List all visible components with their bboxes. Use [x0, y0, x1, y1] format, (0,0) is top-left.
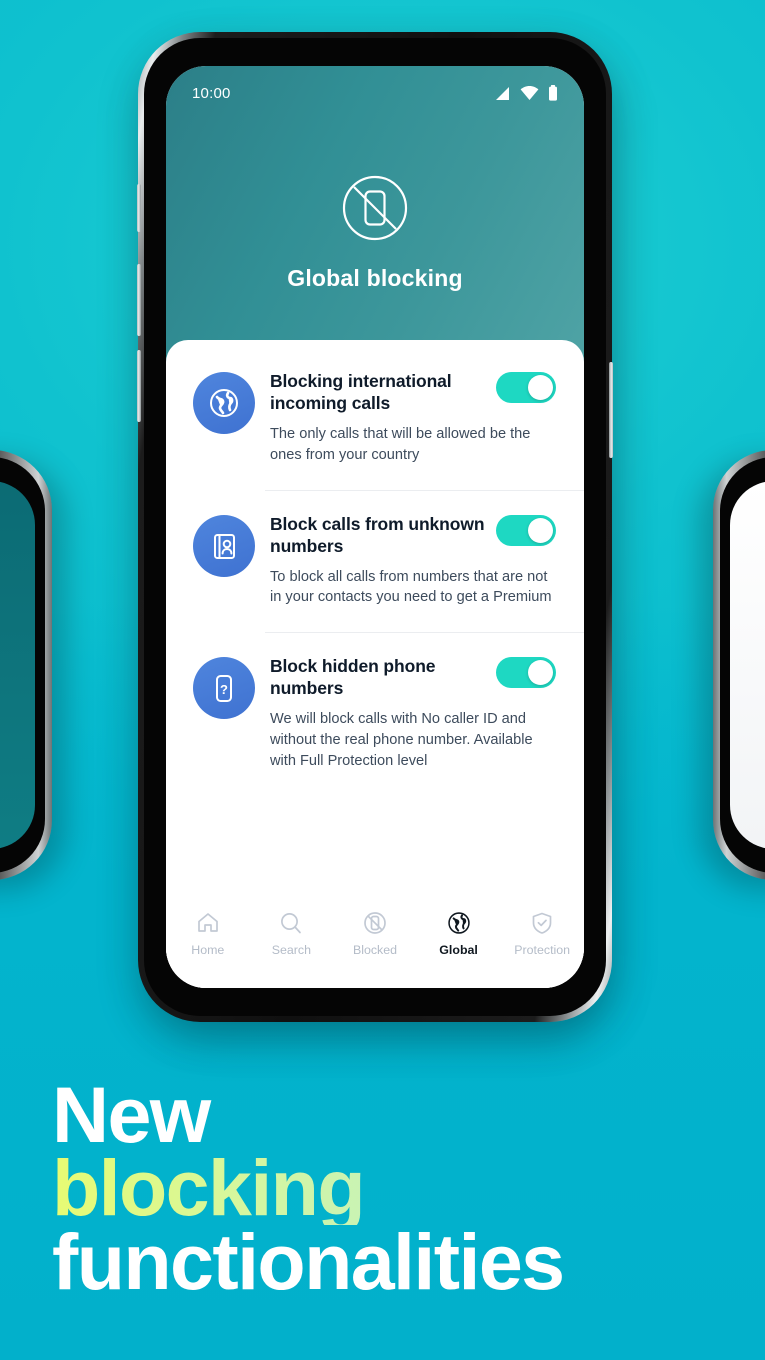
marketing-headline: New blocking functionalities — [52, 1070, 732, 1306]
settings-list: Blocking international incoming calls Th… — [166, 340, 584, 902]
no-phone-icon — [341, 174, 409, 247]
peek-phone-right-bezel — [720, 457, 765, 873]
setting-top: Blocking international incoming calls — [270, 368, 556, 414]
header-center: Global blocking — [166, 174, 584, 292]
nav-label: Protection — [514, 943, 571, 957]
nav-item-blocked[interactable]: Blocked — [333, 910, 417, 957]
toggle-knob — [528, 375, 553, 400]
toggle-hidden-numbers[interactable] — [496, 657, 556, 689]
status-bar: 10:00 — [166, 66, 584, 114]
nav-label: Search — [271, 943, 312, 957]
peek-phone-right — [713, 450, 765, 880]
peek-phone-left — [0, 450, 52, 880]
peek-phone-left-screen — [0, 481, 35, 849]
headline-line-1: New — [52, 1070, 211, 1159]
setting-row-international[interactable]: Blocking international incoming calls Th… — [166, 348, 584, 466]
setting-body: Blocking international incoming calls Th… — [260, 368, 562, 466]
power-button[interactable] — [609, 362, 613, 458]
volume-down-button[interactable] — [137, 350, 141, 422]
bottom-navigation: Home Search Blocked Global Protection — [166, 902, 584, 988]
setting-title: Block calls from unknown numbers — [270, 513, 485, 556]
setting-icon-wrap — [188, 368, 260, 466]
peek-phone-left-bezel — [0, 457, 45, 873]
setting-title: Block hidden phone numbers — [270, 656, 436, 699]
nav-label: Blocked — [352, 943, 398, 957]
setting-description: To block all calls from numbers that are… — [270, 568, 552, 606]
wifi-icon — [520, 85, 539, 100]
phone-device: 10:00 Global blocking Blocking internati… — [137, 32, 613, 1022]
setting-body: Block hidden phone numbers We will block… — [260, 653, 562, 771]
setting-row-hidden-numbers[interactable]: ? Block hidden phone numbers We will blo… — [166, 633, 584, 771]
setting-top: Block calls from unknown numbers — [270, 511, 556, 557]
contacts-book-icon — [193, 514, 255, 577]
blocked-icon — [364, 912, 386, 934]
nav-item-home[interactable]: Home — [166, 910, 250, 957]
home-icon — [197, 913, 218, 932]
nav-item-global[interactable]: Global — [417, 910, 501, 957]
signal-icon — [496, 86, 509, 100]
setting-icon-wrap — [188, 511, 260, 609]
peek-phone-right-screen — [730, 481, 765, 849]
toggle-international-calls[interactable] — [496, 372, 556, 403]
setting-body: Block calls from unknown numbers To bloc… — [260, 511, 562, 609]
status-icons — [494, 85, 558, 101]
volume-up-button[interactable] — [137, 264, 141, 336]
search-icon — [281, 913, 302, 934]
setting-top: Block hidden phone numbers — [270, 653, 556, 699]
mute-switch-button[interactable] — [137, 184, 141, 232]
settings-sheet: Blocking international incoming calls Th… — [166, 340, 584, 988]
headline-line-2: blocking — [52, 1143, 366, 1233]
nav-item-search[interactable]: Search — [250, 910, 334, 957]
battery-icon — [549, 85, 557, 101]
phone-bezel: 10:00 Global blocking Blocking internati… — [144, 38, 606, 1016]
svg-text:?: ? — [220, 682, 228, 697]
phone-screen: 10:00 Global blocking Blocking internati… — [166, 66, 584, 988]
shield-check-icon — [532, 912, 552, 934]
nav-label: Home — [191, 943, 225, 957]
toggle-knob — [528, 660, 553, 686]
headline-line-3: functionalities — [52, 1216, 565, 1306]
setting-icon-wrap: ? — [188, 653, 260, 771]
toggle-knob — [528, 517, 553, 543]
phone-question-icon: ? — [193, 657, 255, 720]
app-header: 10:00 Global blocking — [166, 66, 584, 364]
nav-label: Global — [439, 943, 478, 957]
page-title: Global blocking — [287, 265, 463, 291]
globe-icon — [193, 372, 255, 434]
setting-title: Blocking international incoming calls — [270, 371, 452, 414]
toggle-unknown-numbers[interactable] — [496, 514, 556, 546]
globe-icon — [447, 912, 470, 934]
setting-row-unknown-numbers[interactable]: Block calls from unknown numbers To bloc… — [166, 491, 584, 609]
setting-description: We will block calls with No caller ID an… — [270, 711, 533, 769]
status-time: 10:00 — [192, 84, 231, 102]
nav-item-protection[interactable]: Protection — [500, 910, 584, 957]
setting-description: The only calls that will be allowed be t… — [270, 426, 531, 463]
